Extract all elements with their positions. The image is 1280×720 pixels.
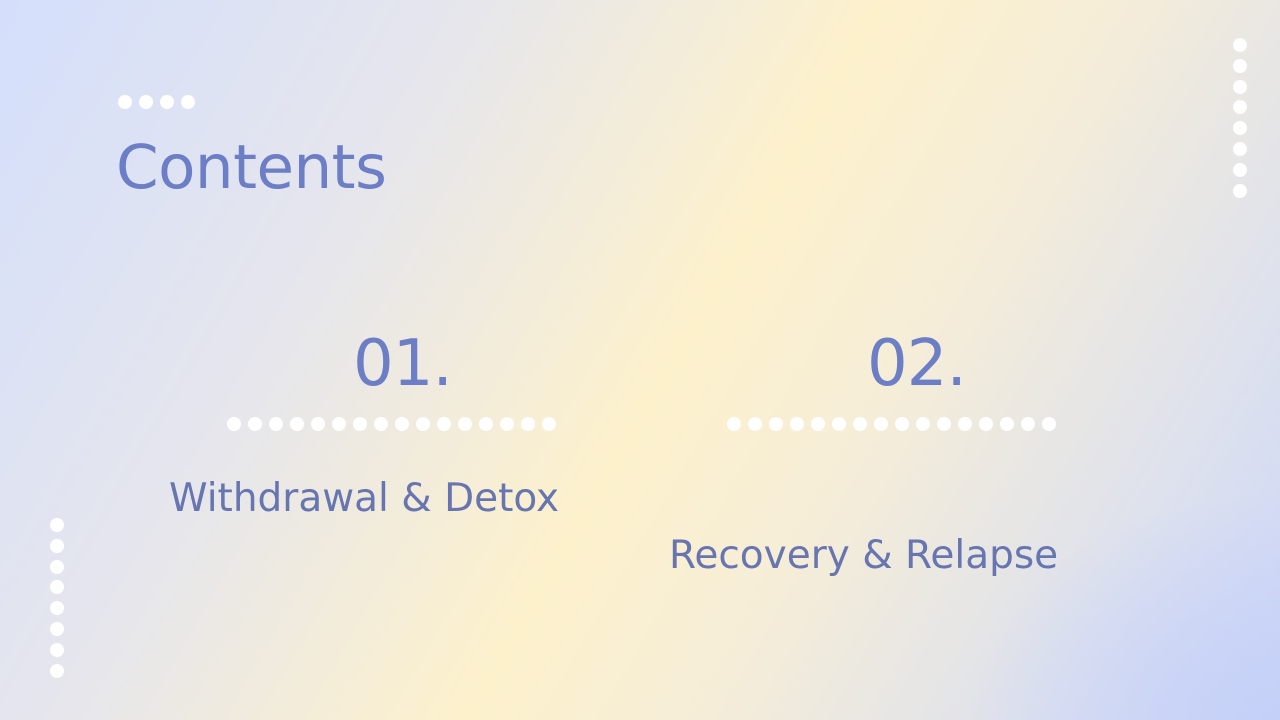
divider-dot <box>290 417 304 431</box>
divider-dot <box>853 417 867 431</box>
contents-slide: Contents 01. Withdrawal & Detox 02. Reco… <box>0 0 1280 720</box>
decor-dot <box>50 559 64 574</box>
decor-dot <box>50 538 64 553</box>
decor-dot <box>1233 79 1247 94</box>
divider-dot <box>874 417 888 431</box>
divider-dot <box>353 417 367 431</box>
decor-dot <box>1233 58 1247 73</box>
item-label-2: Recovery & Relapse <box>669 533 1059 578</box>
left-decor-dots <box>50 518 64 678</box>
decor-dot <box>50 642 64 657</box>
divider-dot <box>437 417 451 431</box>
divider-dot <box>542 417 556 431</box>
decor-dot <box>1233 141 1247 156</box>
item-number-2: 02. <box>867 327 967 401</box>
divider-dot <box>416 417 430 431</box>
divider-dot <box>958 417 972 431</box>
decor-dot <box>181 95 195 109</box>
divider-dot <box>269 417 283 431</box>
divider-dot <box>895 417 909 431</box>
decor-dot <box>50 518 64 532</box>
divider-dot <box>937 417 951 431</box>
decor-dot <box>118 95 132 109</box>
divider-dot <box>395 417 409 431</box>
right-decor-dots <box>1233 38 1247 198</box>
divider-dot <box>248 417 262 431</box>
divider-dot <box>979 417 993 431</box>
slide-title: Contents <box>116 132 387 203</box>
decor-dot <box>50 580 64 595</box>
divider-dot <box>727 417 741 431</box>
divider-dot <box>916 417 930 431</box>
decor-dot <box>1233 121 1247 136</box>
divider-dot <box>332 417 346 431</box>
divider-dot <box>1000 417 1014 431</box>
decor-dot <box>1233 162 1247 177</box>
decor-dot <box>1233 183 1247 198</box>
divider-dot <box>832 417 846 431</box>
divider-dot <box>500 417 514 431</box>
decor-dot <box>160 95 174 109</box>
decor-dot <box>1233 38 1247 52</box>
divider-dot <box>227 417 241 431</box>
divider-dot <box>521 417 535 431</box>
divider-dot <box>311 417 325 431</box>
item-label-1: Withdrawal & Detox <box>169 476 560 521</box>
item-2-divider-dots <box>727 417 1056 431</box>
divider-dot <box>1021 417 1035 431</box>
divider-dot <box>769 417 783 431</box>
decor-dot <box>50 621 64 636</box>
item-1-divider-dots <box>227 417 556 431</box>
decor-dot <box>1233 100 1247 115</box>
divider-dot <box>1042 417 1056 431</box>
divider-dot <box>748 417 762 431</box>
decor-dot <box>50 663 64 678</box>
divider-dot <box>458 417 472 431</box>
divider-dot <box>790 417 804 431</box>
divider-dot <box>374 417 388 431</box>
decor-dot <box>139 95 153 109</box>
divider-dot <box>811 417 825 431</box>
decor-dot <box>50 601 64 616</box>
item-number-1: 01. <box>353 327 453 401</box>
divider-dot <box>479 417 493 431</box>
title-decor-dots <box>118 95 195 109</box>
